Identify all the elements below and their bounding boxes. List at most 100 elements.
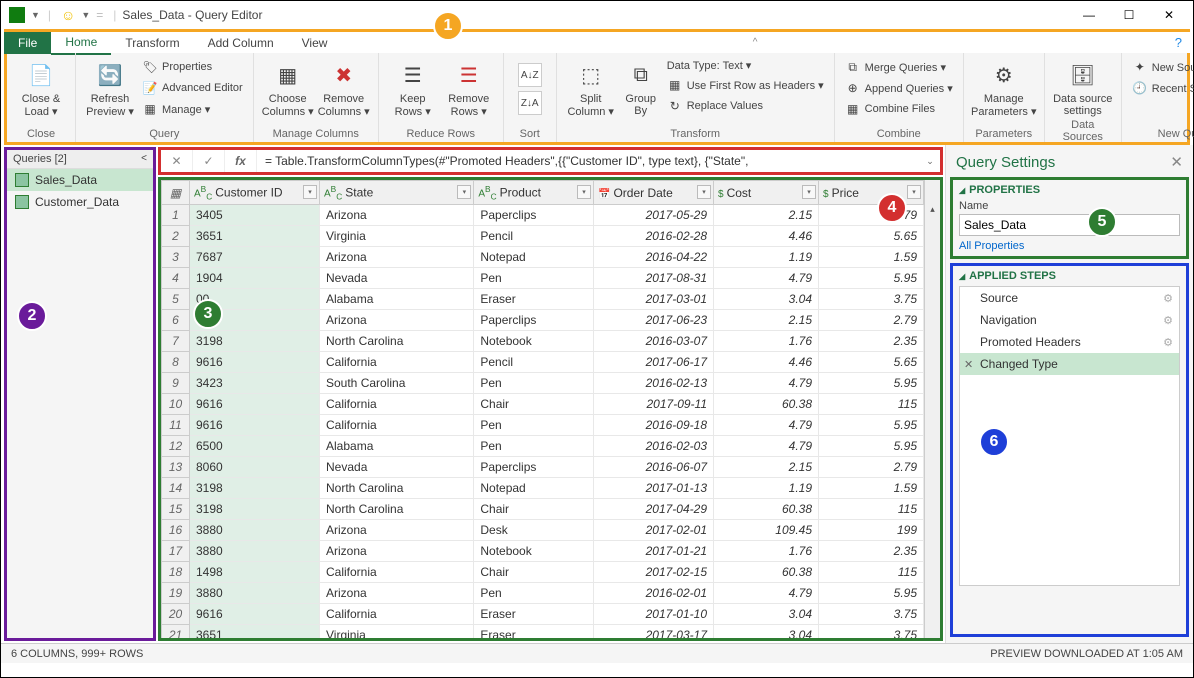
table-row[interactable]: 93423South CarolinaPen2016-02-134.795.95 [162, 373, 924, 394]
formula-expand-icon[interactable]: ⌄ [920, 156, 940, 167]
tab-home[interactable]: Home [51, 31, 111, 55]
formula-cancel-icon[interactable]: ✕ [161, 150, 193, 172]
filter-dd-icon[interactable]: ▾ [697, 185, 711, 199]
help-icon[interactable]: ? [1175, 35, 1182, 50]
sort-asc-button[interactable]: A↓Z [518, 63, 542, 87]
filter-dd-icon[interactable]: ▾ [577, 185, 591, 199]
split-column-button[interactable]: ⬚Split Column ▾ [563, 55, 619, 118]
data-source-button[interactable]: 🗄Data source settings [1051, 55, 1115, 117]
table-row[interactable]: 41904NevadaPen2017-08-314.795.95 [162, 268, 924, 289]
collapse-tri-icon[interactable]: ◢ [959, 272, 965, 281]
close-load-button[interactable]: 📄 Close & Load ▾ [13, 55, 69, 118]
append-queries-button[interactable]: ⊕Append Queries ▾ [841, 78, 957, 98]
step-item[interactable]: Source⚙ [960, 287, 1179, 309]
choose-columns-button[interactable]: ▦Choose Columns ▾ [260, 55, 316, 118]
advanced-editor-button[interactable]: 📝Advanced Editor [138, 78, 247, 98]
manage-button[interactable]: ▦Manage ▾ [138, 99, 247, 119]
table-row[interactable]: 213651VirginiaEraser2017-03-173.043.75 [162, 625, 924, 638]
filter-dd-icon[interactable]: ▾ [907, 185, 921, 199]
column-header[interactable]: ABCProduct▾ [474, 181, 594, 205]
properties-button[interactable]: 🏷Properties [138, 57, 247, 77]
fx-icon[interactable]: fx [225, 150, 257, 172]
status-left: 6 COLUMNS, 999+ ROWS [11, 648, 143, 660]
collapse-icon[interactable]: < [141, 153, 147, 165]
table-icon [15, 173, 29, 187]
data-type-button[interactable]: Data Type: Text ▾ [663, 57, 828, 74]
minimize-button[interactable]: — [1069, 3, 1109, 27]
table-row[interactable]: 37687ArizonaNotepad2016-04-221.191.59 [162, 247, 924, 268]
manage-params-button[interactable]: ⚙Manage Parameters ▾ [970, 55, 1038, 118]
qat-dd[interactable]: ▼ [31, 10, 40, 20]
filter-dd-icon[interactable]: ▾ [303, 185, 317, 199]
replace-values-button[interactable]: ↻Replace Values [663, 96, 828, 116]
table-row[interactable]: 89616CaliforniaPencil2017-06-174.465.65 [162, 352, 924, 373]
all-properties-link[interactable]: All Properties [959, 240, 1180, 252]
group-by-button[interactable]: ⧉Group By [619, 55, 663, 117]
query-name-input[interactable] [959, 214, 1180, 236]
table-row[interactable]: 209616CaliforniaEraser2017-01-103.043.75 [162, 604, 924, 625]
keep-rows-button[interactable]: ☰Keep Rows ▾ [385, 55, 441, 118]
new-source-button[interactable]: ✦New Source ▾ [1128, 57, 1194, 77]
table-row[interactable]: 500AlabamaEraser2017-03-013.043.75 [162, 289, 924, 310]
formula-confirm-icon[interactable]: ✓ [193, 150, 225, 172]
column-header[interactable]: $Price▾ [819, 181, 924, 205]
step-item[interactable]: ✕Changed Type [960, 353, 1179, 375]
row-corner[interactable]: ▦ [162, 181, 190, 205]
formula-input[interactable]: = Table.TransformColumnTypes(#"Promoted … [257, 154, 920, 168]
column-header[interactable]: $Cost▾ [714, 181, 819, 205]
refresh-preview-button[interactable]: 🔄 Refresh Preview ▾ [82, 55, 138, 118]
close-button[interactable]: ✕ [1149, 3, 1189, 27]
query-item-sales[interactable]: Sales_Data [7, 169, 153, 191]
table-row[interactable]: 181498CaliforniaChair2017-02-1560.38115 [162, 562, 924, 583]
combine-files-button[interactable]: ▦Combine Files [841, 99, 957, 119]
table-row[interactable]: 153198North CarolinaChair2017-04-2960.38… [162, 499, 924, 520]
remove-columns-button[interactable]: ✖Remove Columns ▾ [316, 55, 372, 118]
table-row[interactable]: 73198North CarolinaNotebook2016-03-071.7… [162, 331, 924, 352]
filter-dd-icon[interactable]: ▾ [802, 185, 816, 199]
table-row[interactable]: 138060NevadaPaperclips2016-06-072.152.79 [162, 457, 924, 478]
gear-icon[interactable]: ⚙ [1163, 292, 1173, 305]
type-icon: ABC [194, 184, 212, 201]
sort-desc-button[interactable]: Z↓A [518, 91, 542, 115]
close-settings-icon[interactable]: ✕ [1170, 153, 1183, 171]
delete-step-icon[interactable]: ✕ [964, 358, 973, 371]
table-row[interactable]: 119616CaliforniaPen2016-09-184.795.95 [162, 415, 924, 436]
table-row[interactable]: 687ArizonaPaperclips2017-06-232.152.79 [162, 310, 924, 331]
step-item[interactable]: Navigation⚙ [960, 309, 1179, 331]
table-row[interactable]: 163880ArizonaDesk2017-02-01109.45199 [162, 520, 924, 541]
table-row[interactable]: 143198North CarolinaNotepad2017-01-131.1… [162, 478, 924, 499]
scrollbar[interactable]: ▴ [924, 180, 940, 638]
scroll-up-icon[interactable]: ▴ [930, 204, 935, 215]
table-row[interactable]: 23651VirginiaPencil2016-02-284.465.65 [162, 226, 924, 247]
tab-view[interactable]: View [288, 32, 342, 54]
step-item[interactable]: Promoted Headers⚙ [960, 331, 1179, 353]
first-row-headers-button[interactable]: ▦Use First Row as Headers ▾ [663, 75, 828, 95]
callout-2: 2 [17, 301, 47, 331]
data-grid[interactable]: ▦ABCCustomer ID▾ABCState▾ABCProduct▾📅Ord… [161, 180, 924, 638]
table-row[interactable]: 193880ArizonaPen2016-02-014.795.95 [162, 583, 924, 604]
table-row[interactable]: 126500AlabamaPen2016-02-034.795.95 [162, 436, 924, 457]
tab-add-column[interactable]: Add Column [194, 32, 288, 54]
query-item-customer[interactable]: Customer_Data [7, 191, 153, 213]
gear-icon[interactable]: ⚙ [1163, 314, 1173, 327]
table-row[interactable]: 109616CaliforniaChair2017-09-1160.38115 [162, 394, 924, 415]
table-row[interactable]: 173880ArizonaNotebook2017-01-211.762.35 [162, 541, 924, 562]
collapse-tri-icon[interactable]: ◢ [959, 186, 965, 195]
recent-sources-button[interactable]: 🕘Recent Sources ▾ [1128, 78, 1194, 98]
table-row[interactable]: 13405ArizonaPaperclips2017-05-292.152.79 [162, 205, 924, 226]
tab-transform[interactable]: Transform [111, 32, 193, 54]
smiley-icon[interactable]: ☺ [61, 7, 75, 23]
remove-rows-button[interactable]: ☰Remove Rows ▾ [441, 55, 497, 118]
recent-icon: 🕘 [1132, 80, 1148, 96]
merge-queries-button[interactable]: ⧉Merge Queries ▾ [841, 57, 957, 77]
tab-file[interactable]: File [4, 32, 51, 54]
maximize-button[interactable]: ☐ [1109, 3, 1149, 27]
column-header[interactable]: ABCCustomer ID▾ [190, 181, 320, 205]
column-header[interactable]: 📅Order Date▾ [594, 181, 714, 205]
column-header[interactable]: ABCState▾ [320, 181, 474, 205]
filter-dd-icon[interactable]: ▾ [457, 185, 471, 199]
collapse-ribbon-icon[interactable]: ^ [753, 37, 758, 48]
gear-icon[interactable]: ⚙ [1163, 336, 1173, 349]
remove-rows-icon: ☰ [453, 59, 485, 91]
qat-dd2[interactable]: ▼ [81, 10, 90, 20]
